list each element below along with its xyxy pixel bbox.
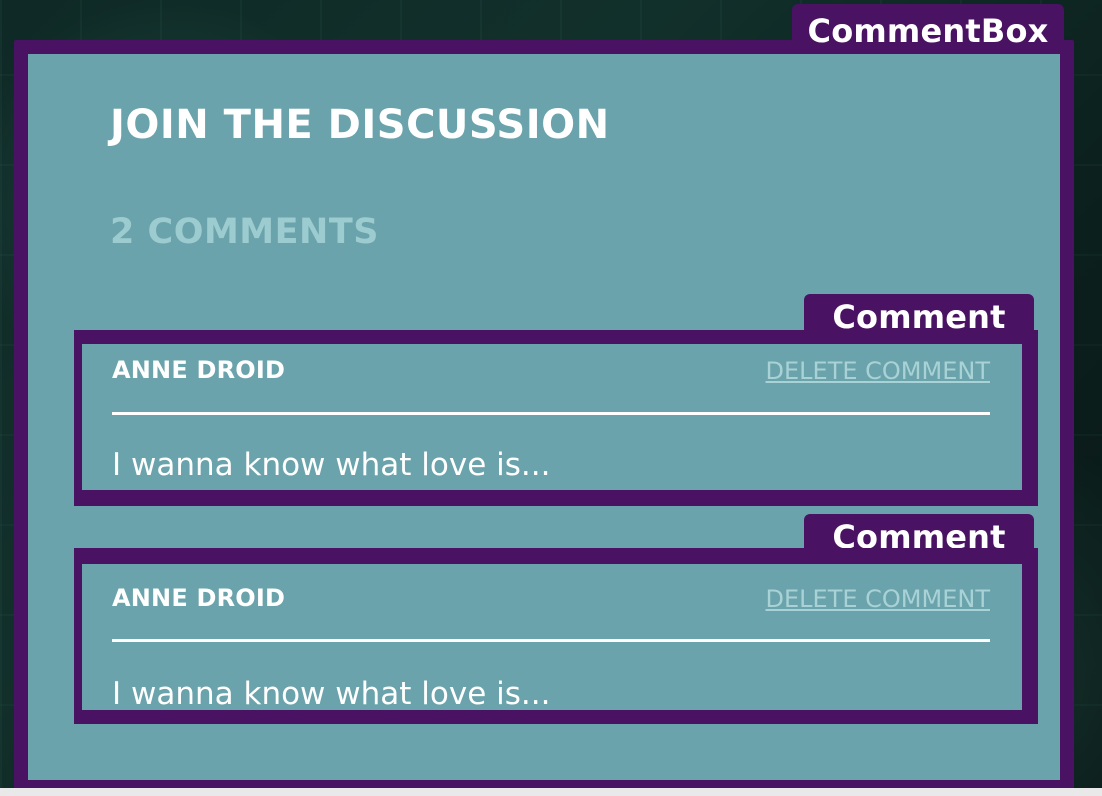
- comment-divider: [112, 639, 990, 642]
- comment-author: ANNE DROID: [112, 584, 286, 612]
- delete-comment-link[interactable]: DELETE COMMENT: [766, 357, 990, 385]
- comment-box-tag: CommentBox: [792, 4, 1064, 58]
- comment-count: 2 COMMENTS: [110, 212, 379, 252]
- comment-text: I wanna know what love is...: [112, 447, 551, 483]
- discussion-title: JOIN THE DISCUSSION: [110, 102, 610, 148]
- page-bottom-strip: [0, 788, 1102, 796]
- comment-divider: [112, 412, 990, 415]
- delete-comment-link[interactable]: DELETE COMMENT: [766, 585, 990, 613]
- comment-text: I wanna know what love is...: [112, 676, 551, 712]
- comment-author: ANNE DROID: [112, 356, 286, 384]
